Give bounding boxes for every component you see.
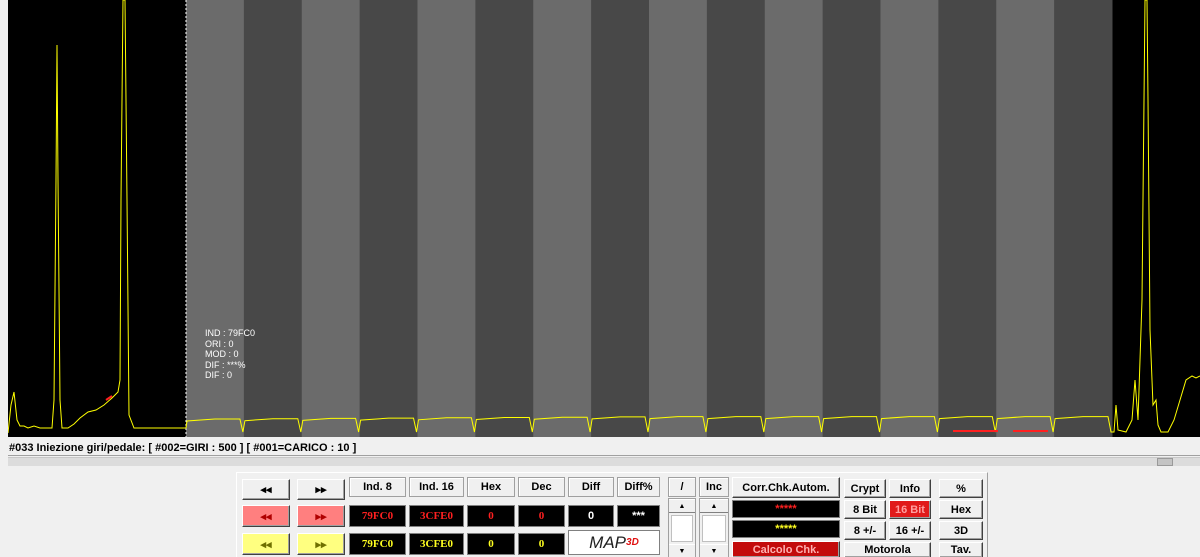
diff-value: 0 bbox=[568, 505, 614, 527]
map-column-band[interactable] bbox=[301, 0, 361, 437]
chevron-down-icon[interactable]: ▼ bbox=[669, 544, 695, 557]
original-ind8-value: 79FC0 bbox=[349, 505, 406, 527]
divide-label: / bbox=[668, 477, 696, 497]
original-dec-value: 0 bbox=[518, 505, 565, 527]
header-dec: Dec bbox=[518, 477, 565, 497]
rewind-button[interactable]: ◂◂ bbox=[242, 479, 290, 500]
header-ind8: Ind. 8 bbox=[349, 477, 406, 497]
map-column-band[interactable] bbox=[533, 0, 592, 437]
checksum-original-value: ***** bbox=[732, 500, 840, 518]
map-column-band[interactable] bbox=[475, 0, 534, 437]
diff-pct-value: *** bbox=[617, 505, 660, 527]
header-ind16: Ind. 16 bbox=[409, 477, 464, 497]
scrollbar-thumb[interactable] bbox=[1157, 458, 1173, 466]
auto-checksum-button[interactable]: Corr.Chk.Autom. bbox=[732, 477, 840, 498]
cursor-info-ind: IND : 79FC0 bbox=[205, 328, 256, 338]
chevron-up-icon[interactable]: ▲ bbox=[700, 499, 728, 513]
modified-hex-value[interactable]: 0 bbox=[467, 533, 515, 555]
header-diff: Diff bbox=[568, 477, 614, 497]
cursor-info: IND : 79FC0 ORI : 0 MOD : 0 DIF : ***% D… bbox=[205, 328, 255, 381]
map-column-band[interactable] bbox=[706, 0, 766, 437]
hex-view-button[interactable]: Hex bbox=[939, 500, 983, 519]
map-column-band[interactable] bbox=[649, 0, 708, 437]
header-diff-pct: Diff% bbox=[617, 477, 660, 497]
map-graph[interactable]: IND : 79FC0 ORI : 0 MOD : 0 DIF : ***% D… bbox=[8, 0, 1200, 437]
rewind-icon: ◂◂ bbox=[260, 484, 272, 496]
chevron-up-icon[interactable]: ▲ bbox=[669, 499, 695, 513]
inc-spinner[interactable]: ▲ ▼ bbox=[699, 498, 729, 557]
table-view-button[interactable]: Tav. bbox=[939, 542, 983, 557]
cursor-info-dif-pct: DIF : ***% bbox=[205, 359, 246, 370]
8-bit-button[interactable]: 8 Bit bbox=[844, 500, 886, 519]
map-status-bar: #033 Iniezione giri/pedale: [ #002=GIRI … bbox=[8, 441, 1200, 456]
motorola-button[interactable]: Motorola bbox=[844, 542, 931, 557]
inc-label: Inc bbox=[699, 477, 729, 497]
rewind-icon: ◂◂ bbox=[260, 510, 272, 523]
cursor-info-dif: DIF : 0 bbox=[205, 370, 233, 380]
horizontal-scrollbar[interactable] bbox=[8, 457, 1200, 466]
forward-modified-button[interactable]: ▸▸ bbox=[297, 533, 345, 555]
original-ind16-value: 3CFE0 bbox=[409, 505, 464, 527]
crypt-button[interactable]: Crypt bbox=[844, 479, 886, 498]
rewind-original-button[interactable]: ◂◂ bbox=[242, 505, 290, 527]
hex-map-editor: IND : 79FC0 ORI : 0 MOD : 0 DIF : ***% D… bbox=[0, 0, 1200, 557]
3d-view-button[interactable]: 3D bbox=[939, 521, 983, 540]
rewind-modified-button[interactable]: ◂◂ bbox=[242, 533, 290, 555]
calculate-checksum-button[interactable]: Calcolo Chk. bbox=[732, 541, 840, 557]
control-panel: ◂◂ ▸▸ ◂◂ ▸▸ ◂◂ ▸▸ Ind. 8 Ind. 16 Hex Dec… bbox=[236, 472, 988, 557]
modified-dec-value[interactable]: 0 bbox=[518, 533, 565, 555]
map-column-band[interactable] bbox=[359, 0, 418, 437]
map-column-band[interactable] bbox=[938, 0, 997, 437]
percent-button[interactable]: % bbox=[939, 479, 983, 498]
modified-ind16-value: 3CFE0 bbox=[409, 533, 464, 555]
map-column-band[interactable] bbox=[1054, 0, 1113, 437]
map-column-band[interactable] bbox=[591, 0, 650, 437]
chevron-down-icon[interactable]: ▼ bbox=[700, 544, 728, 557]
forward-button[interactable]: ▸▸ bbox=[297, 479, 345, 500]
map3d-text: MAP bbox=[589, 532, 627, 552]
forward-original-button[interactable]: ▸▸ bbox=[297, 505, 345, 527]
map-column-band[interactable] bbox=[822, 0, 881, 437]
map-graph-svg bbox=[8, 0, 1200, 437]
divide-spinner[interactable]: ▲ ▼ bbox=[668, 498, 696, 557]
8-signed-button[interactable]: 8 +/- bbox=[844, 521, 886, 540]
map-column-band[interactable] bbox=[880, 0, 939, 437]
divide-spinner-value[interactable] bbox=[671, 515, 693, 542]
graph-viewer: IND : 79FC0 ORI : 0 MOD : 0 DIF : ***% D… bbox=[0, 0, 1200, 440]
forward-icon: ▸▸ bbox=[315, 510, 327, 523]
map-column-band[interactable] bbox=[996, 0, 1055, 437]
cursor-info-ori: ORI : 0 bbox=[205, 338, 234, 349]
map-column-band[interactable] bbox=[417, 0, 476, 437]
map3d-logo[interactable]: MAP 3D bbox=[568, 530, 660, 555]
info-button[interactable]: Info bbox=[889, 479, 931, 498]
16-signed-button[interactable]: 16 +/- bbox=[889, 521, 931, 540]
cursor-info-mod: MOD : 0 bbox=[205, 349, 239, 359]
checksum-modified-value: ***** bbox=[732, 520, 840, 538]
header-hex: Hex bbox=[467, 477, 515, 497]
inc-spinner-value[interactable] bbox=[702, 515, 726, 542]
original-hex-value: 0 bbox=[467, 505, 515, 527]
rewind-icon: ◂◂ bbox=[260, 538, 272, 551]
16-bit-button[interactable]: 16 Bit bbox=[889, 500, 931, 519]
modified-ind8-value: 79FC0 bbox=[349, 533, 406, 555]
forward-icon: ▸▸ bbox=[315, 484, 327, 496]
forward-icon: ▸▸ bbox=[315, 538, 327, 551]
map3d-sub: 3D bbox=[626, 537, 639, 548]
map-column-band[interactable] bbox=[764, 0, 824, 437]
